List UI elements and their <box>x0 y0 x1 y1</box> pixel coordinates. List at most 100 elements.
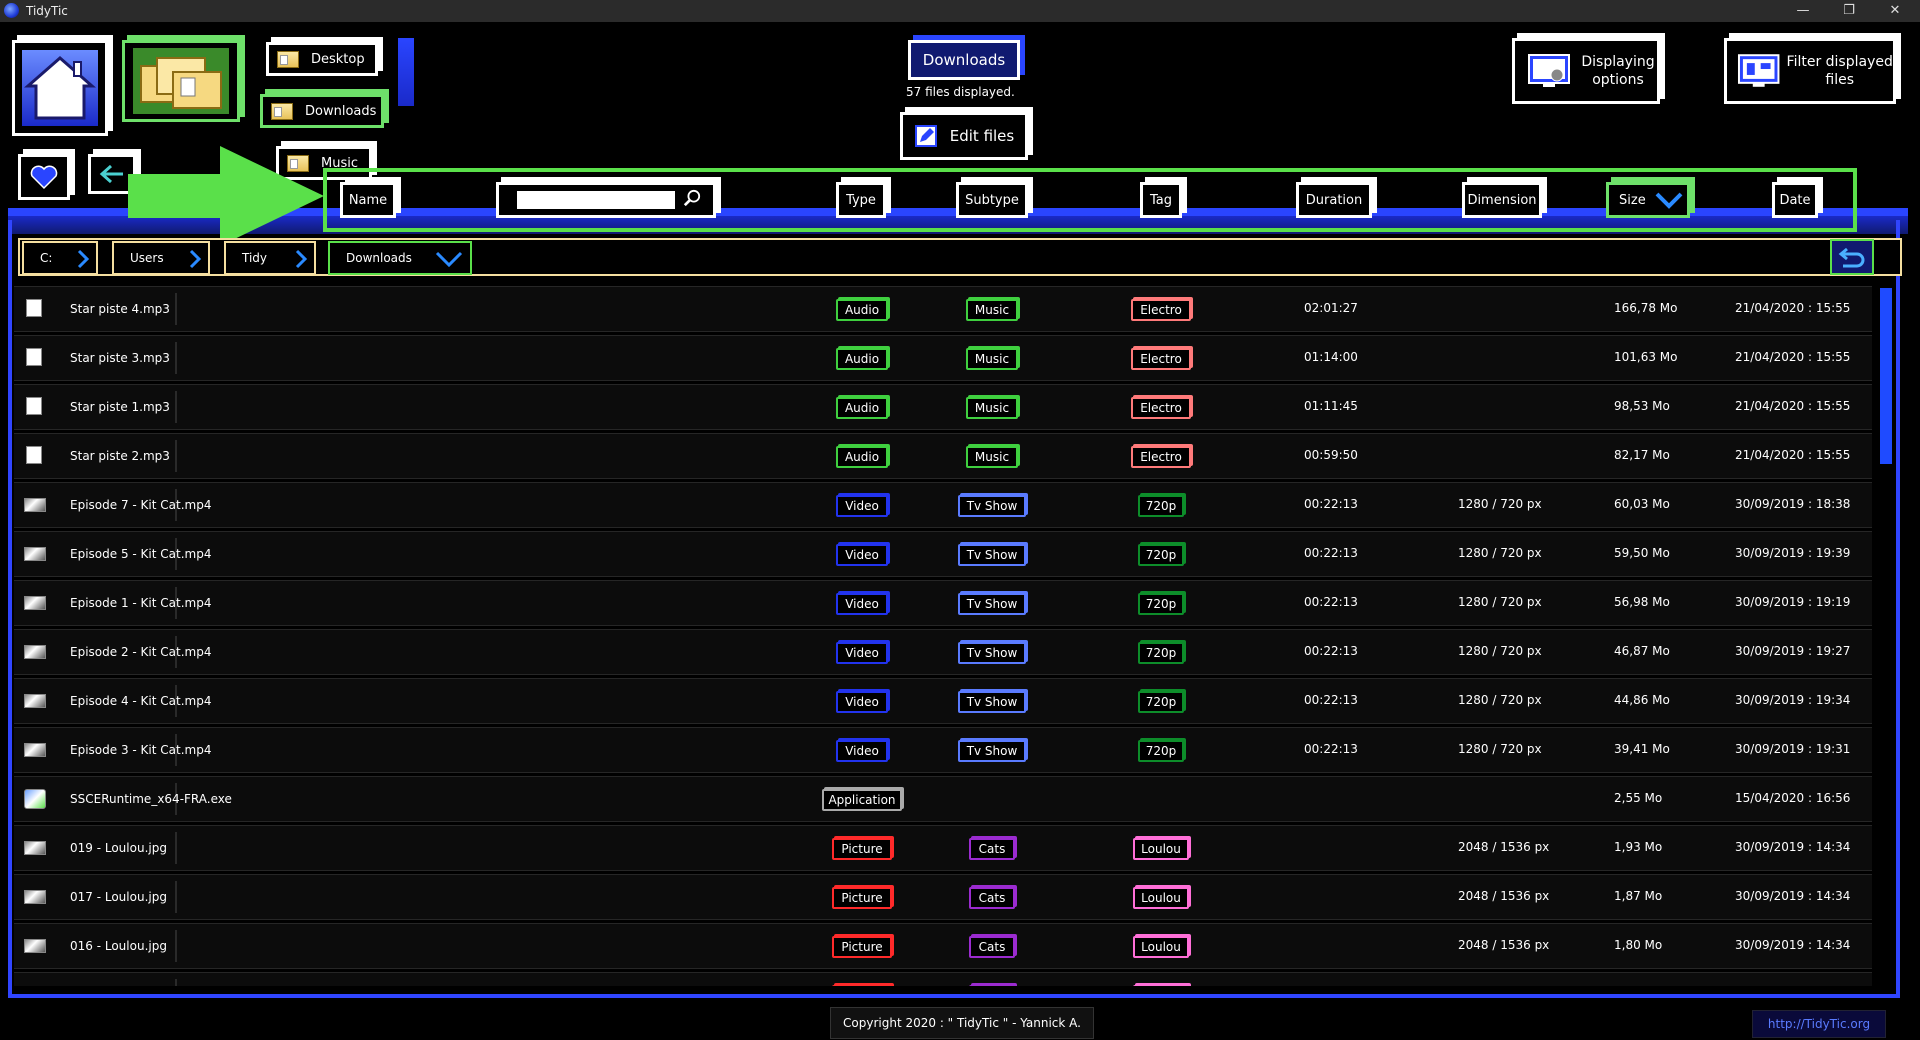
date-cell: 30/09/2019 : 19:27 <box>1735 644 1851 658</box>
breadcrumb-item[interactable]: Users <box>112 241 210 275</box>
subtype-badge[interactable]: Tv Show <box>958 740 1026 762</box>
type-badge[interactable]: Audio <box>836 348 888 370</box>
date-cell: 21/04/2020 : 15:55 <box>1735 301 1851 315</box>
column-duration[interactable]: Duration <box>1296 182 1372 218</box>
folders-button[interactable] <box>122 40 240 122</box>
column-type[interactable]: Type <box>836 182 886 218</box>
quick-folder-scrollbar[interactable] <box>398 38 414 106</box>
duration-cell: 00:22:13 <box>1304 595 1358 609</box>
search-input[interactable] <box>517 191 675 209</box>
minimize-button[interactable]: — <box>1780 0 1826 22</box>
tag-badge[interactable]: Electro <box>1131 446 1191 468</box>
column-dimension[interactable]: Dimension <box>1462 182 1542 218</box>
subtype-badge[interactable]: Cats <box>969 887 1015 909</box>
file-row[interactable]: Episode 4 - Kit Cat.mp4 Video Tv Show 720p 0… <box>14 678 1872 724</box>
tag-badge[interactable]: Electro <box>1131 299 1191 321</box>
file-list-scrollbar[interactable] <box>1878 286 1894 986</box>
subtype-badge[interactable]: Music <box>966 446 1018 468</box>
tag-badge[interactable]: 720p <box>1138 593 1184 615</box>
column-duration-label: Duration <box>1305 192 1363 208</box>
subtype-badge[interactable]: Cats <box>969 985 1015 986</box>
breadcrumb-item-current[interactable]: Downloads <box>328 241 472 275</box>
file-row[interactable]: Star piste 1.mp3 Audio Music Electro 01:11:4… <box>14 384 1872 430</box>
file-row[interactable]: SSCERuntime_x64-FRA.exe Application 2,55 M… <box>14 776 1872 822</box>
size-cell: 39,41 Mo <box>1614 742 1670 756</box>
website-link[interactable]: http://TidyTic.org <box>1752 1010 1886 1038</box>
file-row[interactable]: Episode 5 - Kit Cat.mp4 Video Tv Show 720p 0… <box>14 531 1872 577</box>
subtype-badge[interactable]: Music <box>966 348 1018 370</box>
type-badge[interactable]: Video <box>836 544 888 566</box>
file-row[interactable]: Star piste 4.mp3 Audio Music Electro 02:01:2… <box>14 286 1872 332</box>
file-row[interactable]: Episode 3 - Kit Cat.mp4 Video Tv Show 720p 0… <box>14 727 1872 773</box>
subtype-badge[interactable]: Tv Show <box>958 593 1026 615</box>
date-cell: 21/04/2020 : 15:55 <box>1735 399 1851 413</box>
type-badge[interactable]: Picture <box>832 838 892 860</box>
tag-badge[interactable]: Loulou <box>1133 985 1189 986</box>
current-folder-button[interactable]: Downloads <box>908 40 1020 80</box>
parent-folder-button[interactable] <box>1830 239 1874 275</box>
filter-files-button[interactable]: Filter displayed files <box>1724 38 1896 104</box>
type-badge[interactable]: Audio <box>836 446 888 468</box>
file-row[interactable]: 019 - Loulou.jpg Picture Cats Loulou 2048 / … <box>14 825 1872 871</box>
favorites-button[interactable] <box>18 154 70 200</box>
tag-badge[interactable]: 720p <box>1138 544 1184 566</box>
subtype-badge[interactable]: Tv Show <box>958 691 1026 713</box>
tag-badge[interactable]: 720p <box>1138 691 1184 713</box>
file-row[interactable]: Episode 1 - Kit Cat.mp4 Video Tv Show 720p 0… <box>14 580 1872 626</box>
file-name-cell: 017 - Loulou.jpg <box>52 881 177 913</box>
file-row[interactable]: Episode 2 - Kit Cat.mp4 Video Tv Show 720p 0… <box>14 629 1872 675</box>
tag-badge[interactable]: Loulou <box>1133 838 1189 860</box>
breadcrumb-item[interactable]: Tidy <box>224 241 316 275</box>
subtype-badge[interactable]: Tv Show <box>958 642 1026 664</box>
tag-badge[interactable]: Loulou <box>1133 936 1189 958</box>
tag-badge[interactable]: 720p <box>1138 740 1184 762</box>
tag-badge[interactable]: Electro <box>1131 348 1191 370</box>
tag-badge[interactable]: Loulou <box>1133 887 1189 909</box>
file-name: Episode 1 - Kit Cat.mp4 <box>70 596 212 610</box>
file-row[interactable]: Star piste 2.mp3 Audio Music Electro 00:59:5… <box>14 433 1872 479</box>
type-badge[interactable]: Video <box>836 691 888 713</box>
file-row[interactable]: Episode 7 - Kit Cat.mp4 Video Tv Show 720p 0… <box>14 482 1872 528</box>
type-badge[interactable]: Picture <box>832 936 892 958</box>
file-row[interactable]: Picture Cats Loulou <box>14 972 1872 986</box>
scrollbar-thumb[interactable] <box>1880 288 1892 464</box>
type-badge[interactable]: Application <box>822 789 902 811</box>
type-badge[interactable]: Audio <box>836 299 888 321</box>
subtype-badge[interactable]: Music <box>966 299 1018 321</box>
displaying-options-button[interactable]: Displaying options <box>1512 38 1660 104</box>
quick-folder-desktop[interactable]: Desktop <box>266 42 378 76</box>
column-subtype[interactable]: Subtype <box>956 182 1028 218</box>
type-badge[interactable]: Video <box>836 495 888 517</box>
column-tag[interactable]: Tag <box>1140 182 1182 218</box>
type-badge[interactable]: Video <box>836 593 888 615</box>
edit-files-button[interactable]: Edit files <box>900 112 1028 160</box>
subtype-badge[interactable]: Music <box>966 397 1018 419</box>
tag-badge[interactable]: 720p <box>1138 495 1184 517</box>
type-badge[interactable]: Picture <box>832 985 892 986</box>
file-row[interactable]: 017 - Loulou.jpg Picture Cats Loulou 2048 / … <box>14 874 1872 920</box>
subtype-badge[interactable]: Cats <box>969 838 1015 860</box>
type-badge[interactable]: Picture <box>832 887 892 909</box>
file-row[interactable]: 016 - Loulou.jpg Picture Cats Loulou 2048 / … <box>14 923 1872 969</box>
tag-badge[interactable]: Electro <box>1131 397 1191 419</box>
type-badge[interactable]: Video <box>836 642 888 664</box>
type-badge[interactable]: Audio <box>836 397 888 419</box>
breadcrumb-item[interactable]: C: <box>22 241 98 275</box>
home-button[interactable] <box>12 40 108 136</box>
dimension-cell: 2048 / 1536 px <box>1458 840 1550 854</box>
maximize-button[interactable]: ❐ <box>1826 0 1872 22</box>
column-size[interactable]: Size <box>1606 182 1690 218</box>
type-badge[interactable]: Video <box>836 740 888 762</box>
subtype-badge[interactable]: Tv Show <box>958 495 1026 517</box>
column-name[interactable]: Name <box>340 182 396 218</box>
tag-badge[interactable]: 720p <box>1138 642 1184 664</box>
displaying-options-label: Displaying options <box>1581 54 1655 88</box>
close-button[interactable]: ✕ <box>1872 0 1918 22</box>
column-date[interactable]: Date <box>1772 182 1818 218</box>
quick-folder-downloads[interactable]: Downloads <box>260 94 384 128</box>
subtype-badge[interactable]: Cats <box>969 936 1015 958</box>
file-name: Star piste 2.mp3 <box>70 449 170 463</box>
subtype-badge[interactable]: Tv Show <box>958 544 1026 566</box>
file-row[interactable]: Star piste 3.mp3 Audio Music Electro 01:14:0… <box>14 335 1872 381</box>
search-icon[interactable] <box>683 189 701 207</box>
